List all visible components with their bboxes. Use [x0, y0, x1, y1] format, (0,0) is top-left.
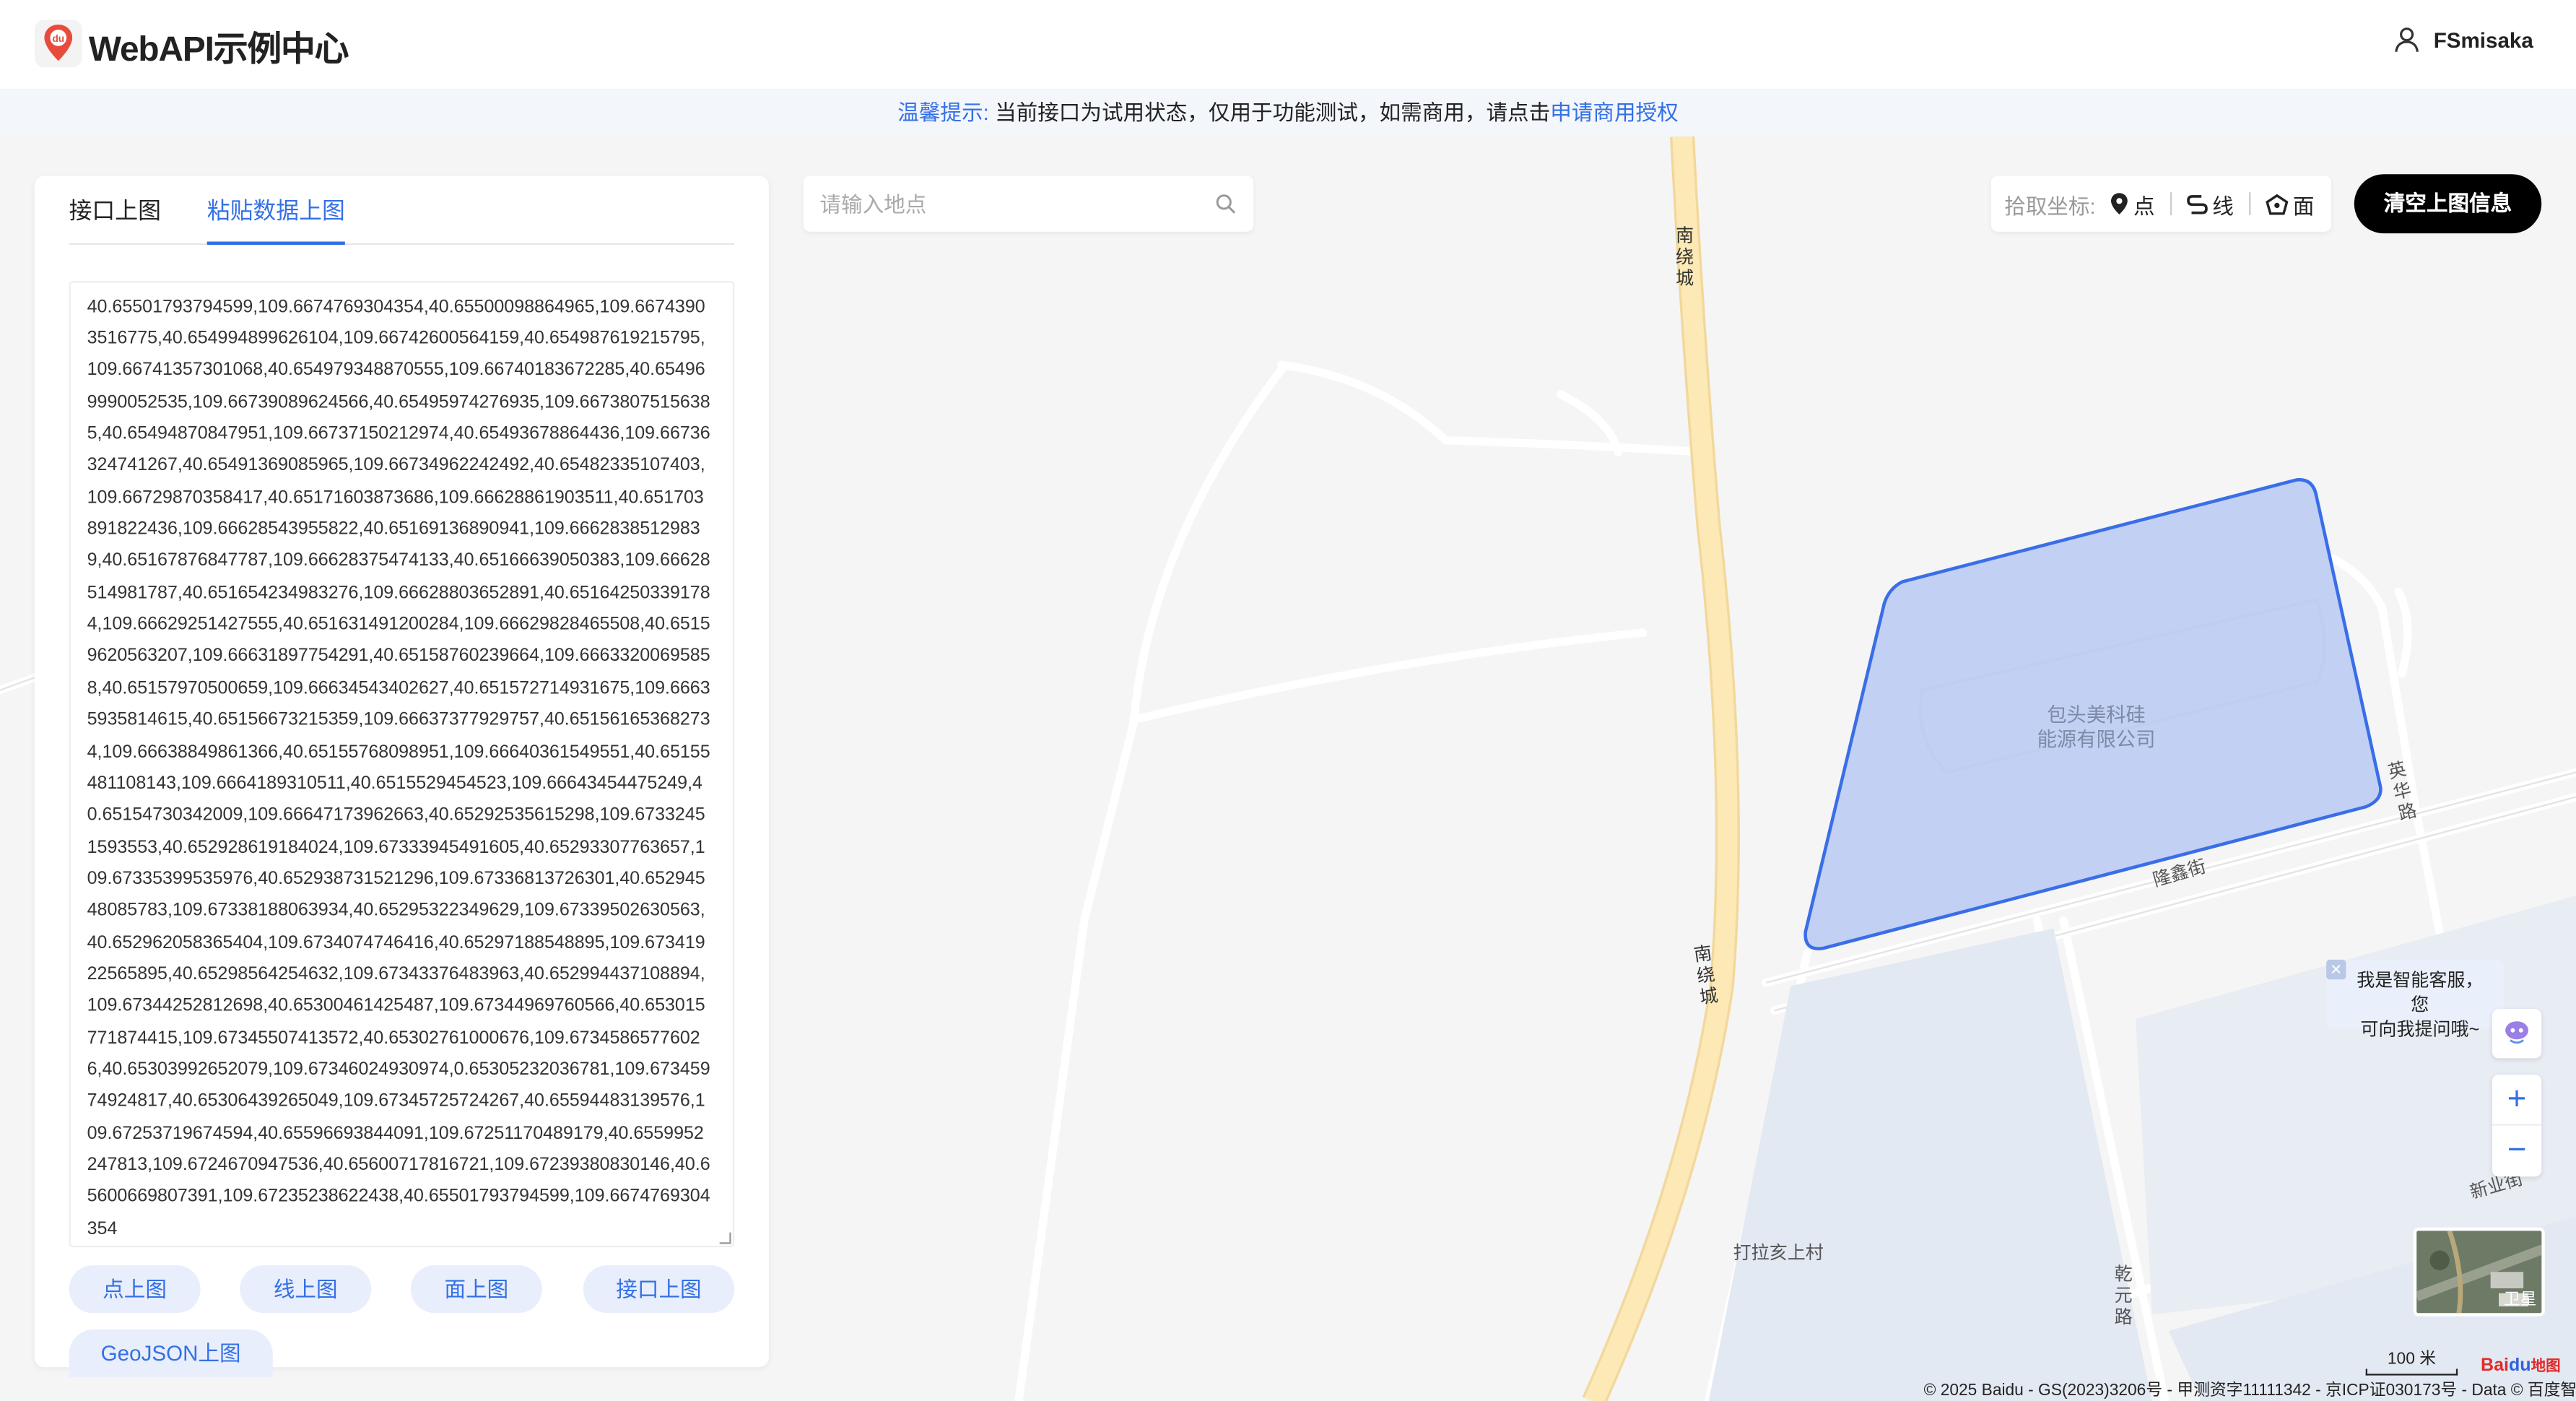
close-icon[interactable]: ✕: [2326, 959, 2346, 980]
coordinates-text: 40.65501793794599,109.6674769304354,40.6…: [87, 297, 710, 1239]
data-panel: 接口上图 粘贴数据上图 40.65501793794599,109.667476…: [34, 175, 769, 1377]
map-copyright: © 2025 Baidu - GS(2023)3206号 - 甲测资字11111…: [1923, 1382, 2576, 1400]
location-pin-icon: [2110, 193, 2127, 214]
satellite-label: 卫星: [2503, 1291, 2537, 1310]
polygon-icon: [2265, 193, 2288, 214]
picker-label: 拾取坐标:: [2004, 193, 2096, 218]
zoom-controls: + −: [2492, 1075, 2542, 1177]
api-upload-button[interactable]: 接口上图: [583, 1265, 735, 1314]
line-upload-button[interactable]: 线上图: [240, 1265, 372, 1314]
baidu-logo: Baidu地图: [2481, 1356, 2561, 1376]
user-menu[interactable]: FSmisaka: [2394, 26, 2533, 52]
notice-bar: 温馨提示: 当前接口为试用状态，仅用于功能测试，如需商用，请点击申请商用授权: [0, 88, 2576, 136]
svg-text:du: du: [52, 33, 64, 44]
user-icon: [2395, 27, 2419, 52]
map-scale: 100 米: [2365, 1344, 2458, 1376]
top-header: du WebAPI示例中心 FSmisaka: [0, 0, 2576, 89]
geojson-upload-button[interactable]: GeoJSON上图: [69, 1329, 273, 1377]
clear-map-button[interactable]: 清空上图信息: [2354, 174, 2542, 234]
map-label-village: 打拉亥上村: [1733, 1244, 1824, 1264]
satellite-toggle[interactable]: 卫星: [2413, 1227, 2545, 1317]
username: FSmisaka: [2433, 27, 2533, 52]
apply-license-link[interactable]: 申请商用授权: [1550, 100, 1679, 125]
coordinate-picker: 拾取坐标: 点 线 面: [1990, 175, 2331, 232]
zoom-in-button[interactable]: +: [2492, 1075, 2542, 1126]
notice-prefix: 温馨提示:: [897, 100, 989, 125]
pick-point-button[interactable]: 点: [2109, 188, 2155, 220]
location-search: [803, 175, 1254, 232]
point-upload-button[interactable]: 点上图: [69, 1265, 201, 1314]
coordinates-textarea[interactable]: 40.65501793794599,109.6674769304354,40.6…: [69, 281, 735, 1248]
zoom-out-button[interactable]: −: [2492, 1126, 2541, 1177]
area-upload-button[interactable]: 面上图: [410, 1265, 542, 1314]
notice-text: 当前接口为试用状态，仅用于功能测试，如需商用，请点击: [995, 100, 1551, 125]
brand-title: WebAPI示例中心: [88, 31, 349, 69]
route-icon: [2186, 194, 2207, 214]
robot-icon: [2505, 1021, 2528, 1044]
assistant-chat-bubble[interactable]: 我是智能客服，您 可向我提问哦~: [2326, 959, 2504, 1040]
pick-line-button[interactable]: 线: [2186, 188, 2234, 220]
assistant-button[interactable]: [2492, 1009, 2542, 1059]
picker-divider: [2248, 192, 2250, 216]
map-label-company: 包头美科硅 能源有限公司: [2037, 703, 2156, 751]
search-input[interactable]: [819, 175, 1198, 232]
scale-bar: [2365, 1369, 2458, 1376]
search-icon[interactable]: [1214, 192, 1237, 215]
panel-tabs: 接口上图 粘贴数据上图: [69, 175, 735, 246]
tab-api-upload[interactable]: 接口上图: [69, 175, 161, 243]
picker-divider: [2170, 192, 2172, 216]
pick-area-button[interactable]: 面: [2265, 188, 2314, 220]
baidu-map-pin-icon[interactable]: du: [34, 19, 82, 68]
tab-paste-upload[interactable]: 粘贴数据上图: [206, 175, 345, 246]
map-label-street: 乾元路: [2114, 1265, 2133, 1328]
map-label-road: 南绕城: [1676, 227, 1694, 290]
resize-handle[interactable]: [719, 1232, 731, 1244]
